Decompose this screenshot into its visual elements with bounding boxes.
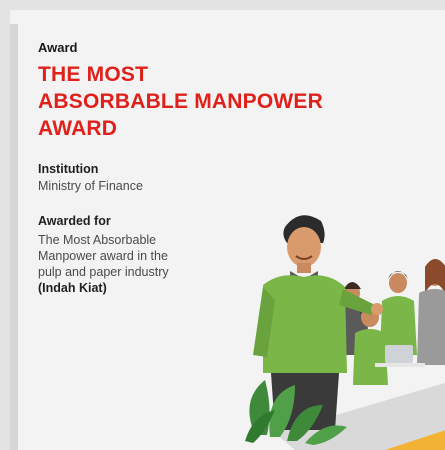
awarded-for-line-1: The Most Absorbable — [38, 233, 157, 247]
awarded-for-company: (Indah Kiat) — [38, 281, 107, 295]
awarded-for-line-2: Manpower award in the — [38, 249, 168, 263]
person-right — [417, 259, 445, 365]
award-title-line-2: ABSORBABLE MANPOWER — [38, 90, 323, 113]
person-middle — [380, 271, 417, 355]
awarded-for-description: The Most Absorbable Manpower award in th… — [38, 232, 208, 296]
laptop — [385, 345, 413, 363]
institution-section: Institution Ministry of Finance — [38, 162, 368, 194]
award-card: Award THE MOST ABSORBABLE MANPOWER AWARD… — [10, 10, 445, 450]
institution-value: Ministry of Finance — [38, 179, 143, 193]
award-title-line-3: AWARD — [38, 117, 118, 140]
award-title: THE MOST ABSORBABLE MANPOWER AWARD — [38, 61, 368, 142]
institution-label: Institution — [38, 162, 99, 176]
team-illustration — [245, 215, 445, 450]
awarded-for-line-3: pulp and paper industry — [38, 265, 169, 279]
award-eyebrow: Award — [38, 40, 78, 55]
award-title-line-1: THE MOST — [38, 63, 149, 86]
